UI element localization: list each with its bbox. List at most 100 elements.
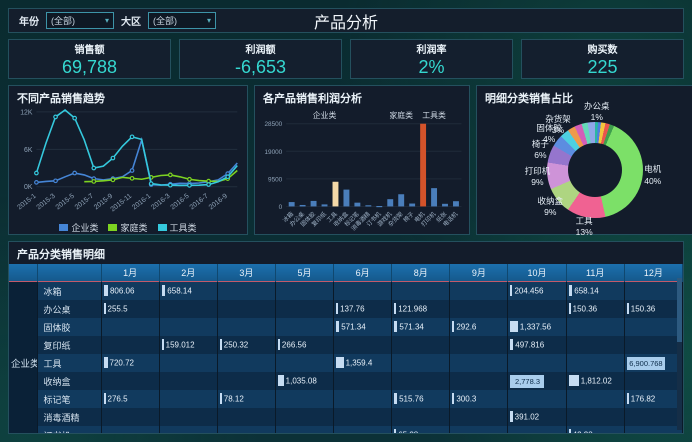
svg-text:2016-9: 2016-9 — [208, 193, 229, 212]
table-cell — [159, 426, 217, 434]
cell-value: 42.28 — [573, 430, 593, 434]
svg-text:0: 0 — [279, 204, 283, 211]
value-bar — [510, 339, 513, 350]
svg-text:2015-11: 2015-11 — [109, 193, 133, 214]
table-cell — [275, 300, 333, 318]
pie-label-工具: 工具13% — [576, 216, 593, 238]
detail-panel: 产品分类销售明细 1月2月3月5月6月8月9月10月11月12月企业类冰箱806… — [8, 241, 684, 434]
table-cell — [159, 318, 217, 336]
cell-value: 121.968 — [398, 304, 427, 313]
svg-text:椅子: 椅子 — [402, 210, 416, 224]
value-bar — [627, 393, 629, 404]
value-bar — [627, 303, 629, 314]
cell-value: 571.34 — [399, 322, 423, 331]
legend-item-企业类[interactable]: 企业类 — [59, 221, 98, 234]
cell-value: 176.82 — [631, 394, 655, 403]
table-cell — [450, 426, 508, 434]
value-bar — [104, 393, 106, 404]
table-scrollbar[interactable] — [677, 278, 682, 430]
kpi-row: 销售额 69,788 利润额 -6,653 利润率 2% 购买数 225 — [8, 39, 684, 79]
table-row: 订书机 65.38 42.28 — [9, 426, 683, 434]
svg-text:2016-5: 2016-5 — [169, 193, 190, 212]
pie-label-办公桌: 办公桌1% — [584, 101, 610, 123]
table-cell — [217, 282, 275, 301]
svg-text:19000: 19000 — [264, 149, 282, 156]
table-cell: 65.38 — [392, 426, 450, 434]
year-select[interactable]: (全部) ▾ — [46, 12, 114, 29]
cell-value: 1,359.4 — [346, 358, 373, 367]
table-row: 标记笔276.578.12515.76300.3176.82 — [9, 390, 683, 408]
table-row: 工具720.72 1,359.4 6,900.768 — [9, 354, 683, 372]
svg-text:28500: 28500 — [264, 121, 282, 128]
table-cell — [275, 318, 333, 336]
value-bar — [569, 375, 579, 386]
table-cell — [392, 372, 450, 390]
table-cell — [101, 318, 159, 336]
svg-text:2016-1: 2016-1 — [131, 193, 152, 212]
month-header: 10月 — [508, 264, 566, 282]
table-cell — [392, 408, 450, 426]
value-bar-large: 2,778.3 — [510, 375, 544, 388]
table-cell — [450, 300, 508, 318]
row-label: 复印纸 — [37, 336, 101, 354]
row-label: 工具 — [37, 354, 101, 372]
profit-bar-chart: 095001900028500冰箱办公桌固体胶复印纸工具收纳盒标记笔消毒酒精订书… — [255, 106, 469, 234]
table-cell — [566, 336, 624, 354]
trend-legend: 企业类家庭类工具类 — [9, 220, 247, 234]
table-cell: 1,812.02 — [566, 372, 624, 390]
pie-label-杂货架: 杂货架3% — [545, 114, 571, 136]
table-cell — [159, 354, 217, 372]
table-cell: 391.02 — [508, 408, 566, 426]
table-cell: 658.14 — [159, 282, 217, 301]
kpi-card-margin: 利润率 2% — [350, 39, 513, 79]
group-label: 企业类 — [9, 282, 37, 435]
table-cell: 1,359.4 — [334, 354, 392, 372]
table-cell: 571.34 — [392, 318, 450, 336]
cell-value: 159.012 — [166, 340, 195, 349]
value-bar — [510, 411, 512, 422]
table-cell — [275, 390, 333, 408]
table-cell: 137.76 — [334, 300, 392, 318]
value-bar — [569, 303, 571, 314]
cell-value: 658.14 — [574, 286, 598, 295]
cell-value: 300.3 — [456, 394, 476, 403]
table-cell: 150.36 — [624, 300, 682, 318]
cell-value: 266.56 — [282, 340, 306, 349]
table-cell — [392, 336, 450, 354]
row-label: 订书机 — [37, 426, 101, 434]
trend-line-chart: 0K6K12K2015-12015-32015-52015-72015-9201… — [9, 106, 245, 220]
region-select[interactable]: (全部) ▾ — [148, 12, 216, 29]
cell-value: 255.5 — [108, 304, 128, 313]
table-cell — [275, 426, 333, 434]
table-cell — [101, 408, 159, 426]
table-cell: 204.456 — [508, 282, 566, 301]
legend-item-工具类[interactable]: 工具类 — [158, 221, 197, 234]
table-row: 办公桌255.5137.76121.968150.36150.36 — [9, 300, 683, 318]
cell-value: 1,035.08 — [286, 376, 317, 385]
svg-text:工具类: 工具类 — [422, 110, 446, 120]
table-cell: 276.5 — [101, 390, 159, 408]
table-cell — [508, 300, 566, 318]
table-cell — [275, 354, 333, 372]
cell-value: 150.36 — [573, 304, 597, 313]
svg-text:企业类: 企业类 — [313, 110, 337, 120]
table-cell: 300.3 — [450, 390, 508, 408]
kpi-label: 销售额 — [75, 41, 105, 56]
scrollbar-thumb[interactable] — [677, 278, 682, 342]
legend-item-家庭类[interactable]: 家庭类 — [108, 221, 147, 234]
table-cell — [217, 318, 275, 336]
cell-value: 137.76 — [340, 304, 364, 313]
region-filter-label: 大区 — [121, 13, 141, 28]
cell-value: 78.12 — [224, 394, 244, 403]
value-bar — [220, 339, 222, 350]
table-row: 消毒酒精391.02 — [9, 408, 683, 426]
table-cell — [334, 426, 392, 434]
value-bar — [104, 357, 108, 368]
table-cell: 720.72 — [101, 354, 159, 372]
profit-panel: 各产品销售利润分析 095001900028500冰箱办公桌固体胶复印纸工具收纳… — [254, 85, 470, 235]
cell-value: 1,337.56 — [520, 322, 551, 331]
table-cell — [566, 318, 624, 336]
value-bar — [336, 357, 344, 368]
cell-value: 497.816 — [515, 340, 544, 349]
table-cell: 6,900.768 — [624, 354, 682, 372]
